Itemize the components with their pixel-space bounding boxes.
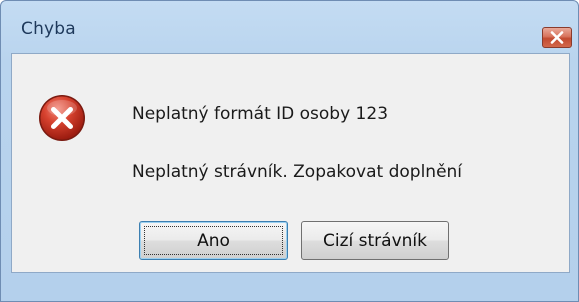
title-bar[interactable]: Chyba	[1, 1, 578, 48]
close-icon	[550, 31, 564, 44]
close-button[interactable]	[542, 27, 572, 48]
error-dialog-window: Chyba Neplatný formát ID osoby 123 Nepla…	[0, 0, 579, 302]
message-line-2: Neplatný strávník. Zopakovat doplnění	[132, 162, 463, 182]
foreign-diner-button[interactable]: Cizí strávník	[301, 221, 449, 260]
message-line-1: Neplatný formát ID osoby 123	[132, 104, 389, 124]
foreign-diner-button-label: Cizí strávník	[323, 230, 427, 251]
dialog-content: Neplatný formát ID osoby 123 Neplatný st…	[11, 53, 570, 273]
window-title: Chyba	[21, 19, 76, 39]
error-icon	[39, 95, 85, 141]
focus-rectangle	[144, 226, 283, 255]
yes-button[interactable]: Ano	[139, 221, 288, 260]
